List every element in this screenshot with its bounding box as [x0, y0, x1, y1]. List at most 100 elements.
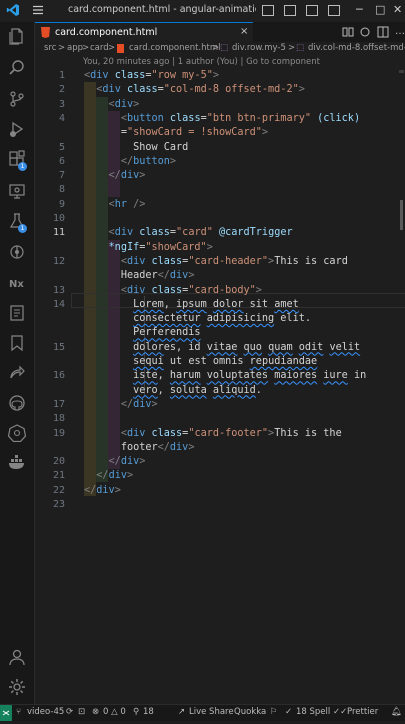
source-control-icon[interactable] — [8, 90, 26, 108]
live-share-icon[interactable] — [8, 364, 26, 382]
code-line[interactable]: 11 <div class="card" @cardTrigger — [35, 226, 405, 240]
code-line[interactable]: 1 <div class="row my-5"> — [35, 69, 405, 83]
code-text: ="showCard = !showCard"> — [120, 127, 269, 139]
ports-count[interactable]: 18 — [143, 707, 154, 717]
close-window-button[interactable]: ✕ — [393, 3, 402, 16]
spell-status[interactable]: 18 Spell — [296, 707, 330, 717]
git-branch[interactable]: video-45 — [27, 707, 64, 717]
line-number: 13 — [52, 284, 65, 296]
code-text: </div> — [108, 456, 146, 468]
breadcrumb-segment[interactable]: card.component.html — [129, 43, 220, 53]
codelens-blame[interactable]: You, 20 minutes ago | 1 author (You) | G… — [83, 57, 320, 67]
code-text: Perferendis — [133, 327, 201, 339]
line-number: 8 — [58, 184, 65, 196]
code-line[interactable]: sequi ut est omnis repudiandae — [35, 355, 405, 369]
remote-indicator[interactable] — [0, 705, 12, 721]
code-line[interactable]: consectetur adipisicing elit. — [35, 312, 405, 326]
breadcrumb-segment[interactable]: div.row.my-5 — [232, 43, 286, 53]
notes-icon[interactable] — [8, 304, 26, 322]
code-line[interactable]: 15 dolores, id vitae quo quam odit velit — [35, 341, 405, 355]
code-text: Lorem, ipsum dolor sit amet — [133, 298, 299, 310]
code-line[interactable]: footer</div> — [35, 441, 405, 455]
code-line[interactable]: ="showCard = !showCard"> — [35, 126, 405, 140]
code-line[interactable]: 3 <div> — [35, 98, 405, 112]
code-line[interactable]: 21 </div> — [35, 469, 405, 483]
code-text: <div class="card-footer">This is the — [120, 427, 342, 439]
settings-gear-icon[interactable] — [8, 678, 26, 696]
code-text: </div> — [120, 398, 158, 410]
notifications-icon[interactable]: ⚐ — [270, 707, 278, 717]
line-number: 18 — [52, 413, 65, 425]
run-debug-icon[interactable] — [8, 120, 26, 138]
code-line[interactable]: 5 Show Card — [35, 141, 405, 155]
code-editor[interactable]: 1 <div class="row my-5"> 2 <div class="col… — [35, 68, 405, 704]
publish-icon[interactable]: ⊡ — [78, 707, 85, 717]
toggle-panel-icon[interactable] — [284, 5, 296, 16]
code-line[interactable]: 17 </div> — [35, 398, 405, 412]
code-line[interactable]: 7 </div> — [35, 169, 405, 183]
code-line[interactable]: 22 </div> — [35, 484, 405, 498]
line-number: 21 — [52, 470, 65, 482]
close-tab-icon[interactable]: × — [240, 26, 248, 37]
toggle-secondary-sidebar-icon[interactable] — [306, 5, 318, 16]
breadcrumb-segment[interactable]: card — [90, 43, 109, 53]
compare-changes-icon[interactable] — [341, 26, 355, 38]
vertical-scrollbar[interactable] — [400, 200, 403, 230]
line-number: 10 — [52, 213, 65, 224]
files-icon[interactable] — [8, 27, 26, 45]
github-icon[interactable] — [8, 394, 26, 412]
code-line[interactable]: 2 <div class="col-md-8 offset-md-2"> — [35, 83, 405, 97]
code-text: <div class="card" @cardTrigger — [108, 227, 293, 239]
remote-explorer-icon[interactable] — [8, 182, 26, 200]
code-line[interactable]: 19 <div class="card-footer">This is the — [35, 427, 405, 441]
sync-icon[interactable]: ⟳ — [66, 707, 73, 717]
breadcrumb-segment[interactable]: src — [44, 43, 56, 53]
code-line[interactable]: 18 — [35, 412, 405, 426]
code-line[interactable]: *ngIf="showCard"> — [35, 241, 405, 255]
code-line[interactable]: 16 iste, harum voluptates maiores iure i… — [35, 369, 405, 383]
line-number: 15 — [52, 341, 65, 353]
line-number: 3 — [58, 98, 65, 110]
code-line[interactable]: 23 — [35, 498, 405, 512]
tab-card-component-html[interactable]: card.component.html × — [35, 22, 253, 42]
gitlens-icon[interactable] — [8, 243, 26, 261]
code-line[interactable]: 14 Lorem, ipsum dolor sit amet — [35, 298, 405, 312]
open-changes-icon[interactable] — [359, 26, 371, 38]
prettier-status[interactable]: Prettier — [347, 707, 378, 717]
kubernetes-icon[interactable] — [8, 424, 26, 442]
accounts-icon[interactable] — [8, 648, 26, 666]
live-share-status[interactable]: Live Share — [189, 707, 234, 717]
quokka-status[interactable]: Quokka — [234, 707, 266, 717]
bookmarks-icon[interactable] — [8, 334, 26, 352]
code-line[interactable]: vero, soluta aliquid. — [35, 384, 405, 398]
code-text: iste, harum voluptates maiores iure in — [133, 370, 367, 382]
code-text: </button> — [120, 155, 177, 167]
customize-layout-icon[interactable] — [328, 5, 340, 16]
breadcrumb-segment[interactable]: div.col-md-8.offset-md-2 — [308, 43, 405, 53]
editor-tab-bar: card.component.html × … — [35, 22, 405, 42]
line-number: 9 — [58, 198, 65, 210]
code-line[interactable]: 20 </div> — [35, 455, 405, 469]
code-line[interactable]: 10 — [35, 212, 405, 226]
bell-icon[interactable]: 🔔︎ — [391, 707, 402, 717]
nx-icon[interactable]: Nx — [8, 274, 26, 292]
more-actions-icon[interactable]: … — [395, 26, 405, 37]
code-line[interactable]: 8 — [35, 183, 405, 197]
menu-icon[interactable] — [32, 4, 44, 16]
minimize-button[interactable]: ─ — [356, 3, 363, 16]
code-line[interactable]: 13 <div class="card-body"> — [35, 284, 405, 298]
docker-icon[interactable] — [8, 454, 26, 472]
maximize-button[interactable]: □ — [375, 3, 385, 16]
code-text: footer</div> — [120, 441, 195, 453]
problems-count[interactable]: 0 △ 0 — [103, 707, 126, 717]
toggle-sidebar-icon[interactable] — [262, 5, 274, 16]
code-line[interactable]: 12 <div class="card-header">This is card — [35, 255, 405, 269]
code-line[interactable]: 9 <hr /> — [35, 198, 405, 212]
code-line[interactable]: Perferendis — [35, 326, 405, 340]
split-editor-icon[interactable] — [377, 26, 389, 38]
code-line[interactable]: 4 <button class="btn btn-primary" (click… — [35, 112, 405, 126]
search-icon[interactable] — [8, 59, 26, 77]
breadcrumb-segment[interactable]: app — [67, 43, 83, 53]
code-line[interactable]: 6 </button> — [35, 155, 405, 169]
code-line[interactable]: Header</div> — [35, 269, 405, 283]
